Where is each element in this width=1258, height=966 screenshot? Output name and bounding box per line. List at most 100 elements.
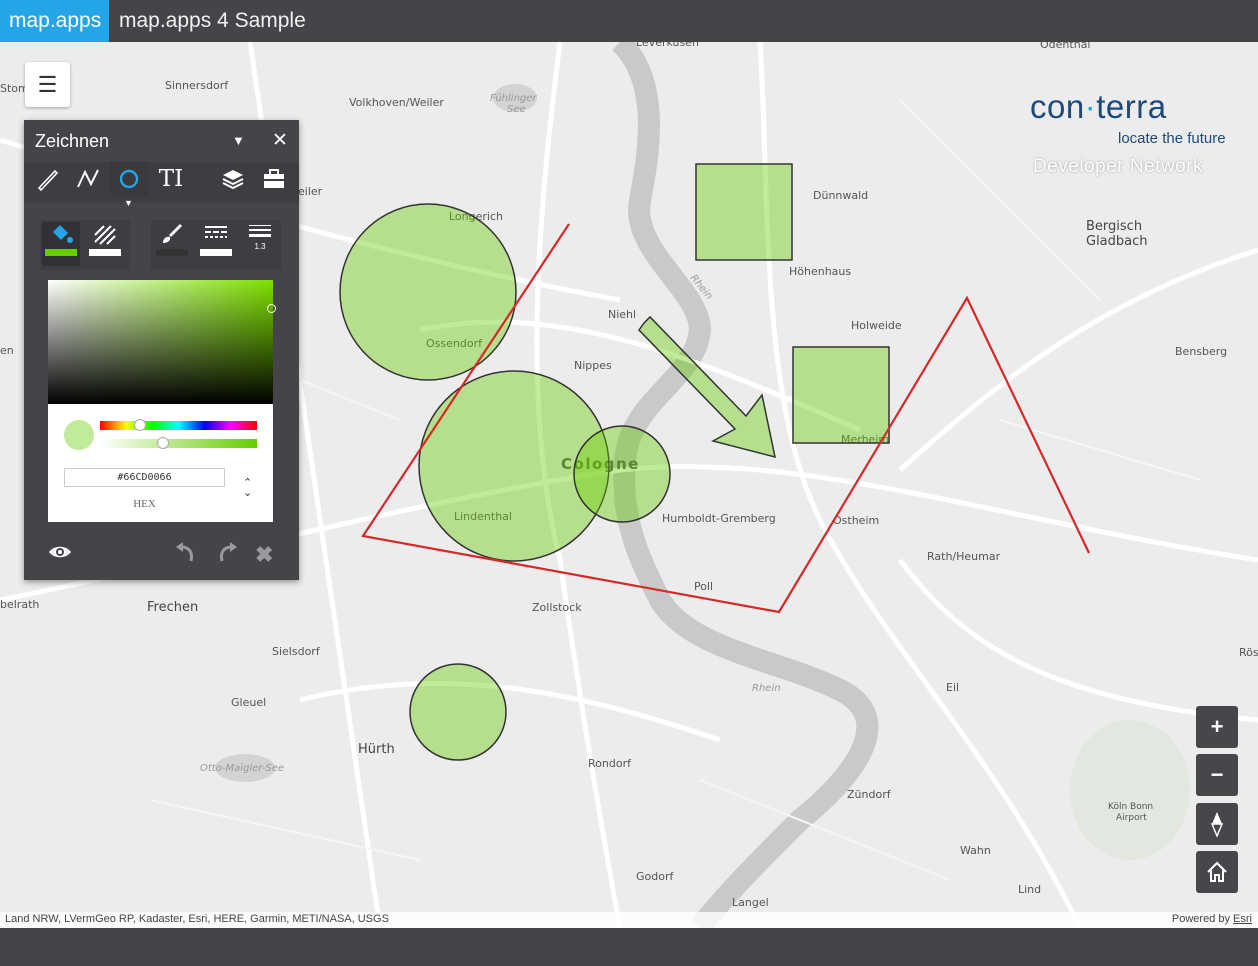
delete-icon: ✖ [255, 542, 274, 567]
attribution-bar: Land NRW, LVermGeo RP, Kadaster, Esri, H… [0, 912, 1258, 928]
menu-button[interactable]: ☰ [25, 62, 70, 107]
circle-tool[interactable] [110, 162, 148, 196]
svg-text:Höhenhaus: Höhenhaus [789, 265, 851, 278]
pencil-tool[interactable] [29, 162, 67, 196]
svg-text:Gleuel: Gleuel [231, 696, 266, 709]
alpha-handle[interactable] [157, 437, 169, 449]
svg-text:en: en [0, 344, 14, 357]
layers-icon [222, 170, 244, 190]
collapse-caret-icon[interactable]: ▼ [232, 133, 245, 148]
redo-button[interactable] [216, 542, 238, 570]
saturation-value-area[interactable] [48, 280, 273, 404]
panel-title: Zeichnen [35, 131, 110, 151]
line-style-icon [205, 226, 227, 238]
panel-header: Zeichnen ▼ ✕ [24, 120, 299, 162]
close-icon[interactable]: ✕ [272, 129, 288, 152]
home-button[interactable] [1196, 851, 1238, 893]
conterra-logo: con·terra locate the future Developer Ne… [1030, 88, 1226, 177]
svg-text:Lind: Lind [1018, 883, 1041, 896]
zoom-in-button[interactable]: + [1196, 706, 1238, 748]
svg-text:Zollstock: Zollstock [532, 601, 582, 614]
pencil-icon [37, 169, 59, 192]
hatch-button[interactable] [86, 222, 124, 266]
hatch-icon [94, 225, 116, 245]
plus-icon: + [1210, 714, 1224, 739]
draw-toolbar: ▼ TI [24, 162, 299, 208]
svg-text:Hürth: Hürth [358, 742, 395, 757]
svg-text:Airport: Airport [1116, 813, 1147, 823]
line-style-button[interactable] [197, 222, 235, 266]
circle-icon [119, 169, 139, 189]
undo-button[interactable] [175, 542, 197, 570]
toolbox-icon [264, 169, 284, 188]
svg-text:Dünnwald: Dünnwald [813, 189, 868, 202]
fill-icon [53, 225, 73, 243]
app-title: map.apps 4 Sample [119, 9, 306, 32]
esri-link[interactable]: Esri [1233, 913, 1252, 925]
svg-text:Ostheim: Ostheim [833, 514, 879, 527]
logo-tagline: locate the future [1118, 130, 1226, 147]
svg-text:Volkhoven/Weiler: Volkhoven/Weiler [349, 96, 444, 109]
polyline-icon [77, 169, 99, 188]
minus-icon: − [1210, 762, 1224, 787]
logo-network: Developer Network [1033, 156, 1204, 177]
svg-text:Langel: Langel [732, 896, 769, 909]
svg-text:Otto-Maigler-See: Otto-Maigler-See [200, 763, 284, 774]
logo-name-right: terra [1096, 88, 1167, 125]
panel-footer: ✖ [24, 540, 299, 578]
attribution-sources: Land NRW, LVermGeo RP, Kadaster, Esri, H… [5, 913, 389, 925]
svg-text:Rös: Rös [1239, 646, 1258, 659]
svg-text:Frechen: Frechen [147, 600, 198, 615]
svg-text:belrath: belrath [0, 598, 39, 611]
fill-button[interactable] [42, 222, 80, 266]
alpha-slider[interactable] [100, 439, 257, 448]
text-icon: TI [158, 166, 184, 192]
active-tool-pointer-icon: ▼ [124, 198, 133, 208]
sv-handle[interactable] [267, 304, 276, 313]
layers-tool[interactable] [214, 162, 252, 196]
compass-button[interactable] [1196, 803, 1238, 845]
zoom-out-button[interactable]: − [1196, 754, 1238, 796]
brand-label[interactable]: map.apps [0, 0, 109, 42]
line-style-group: 1.3 [151, 220, 281, 270]
svg-text:Köln Bonn: Köln Bonn [1108, 802, 1153, 812]
powered-by-label: Powered by [1171, 913, 1230, 925]
color-picker: #66CD0066 HEX ⌃ ⌄ [48, 280, 276, 522]
svg-text:Nippes: Nippes [574, 359, 612, 372]
svg-text:Eil: Eil [946, 681, 959, 694]
svg-text:Bergisch: Bergisch [1086, 219, 1142, 234]
redo-icon [220, 542, 237, 562]
svg-text:Rondorf: Rondorf [588, 757, 632, 770]
hue-handle[interactable] [134, 419, 146, 431]
svg-text:Zündorf: Zündorf [847, 788, 892, 801]
drawing-panel: Zeichnen ▼ ✕ ▼ TI 1.3 #66CD0066 HEX ⌃ ⌄ … [24, 120, 299, 580]
drawn-graphics [339, 163, 1090, 761]
polyline-tool[interactable] [69, 162, 107, 196]
fill-style-group [40, 220, 130, 270]
svg-text:Gladbach: Gladbach [1086, 234, 1148, 249]
svg-text:Niehl: Niehl [608, 308, 636, 321]
hex-input[interactable]: #66CD0066 [64, 468, 225, 487]
undo-icon [176, 542, 193, 562]
svg-text:Leverkusen: Leverkusen [636, 42, 699, 49]
svg-text:Holweide: Holweide [851, 319, 902, 332]
delete-button[interactable]: ✖ [255, 542, 273, 568]
svg-text:Sielsdorf: Sielsdorf [272, 645, 321, 658]
brush-button[interactable] [153, 222, 191, 266]
svg-text:Humboldt-Gremberg: Humboldt-Gremberg [662, 512, 776, 525]
svg-text:See: See [507, 104, 526, 115]
hue-slider[interactable] [100, 421, 257, 430]
color-preview [64, 420, 94, 450]
line-width-value: 1.3 [254, 242, 266, 251]
mode-toggle-icon[interactable]: ⌃ ⌄ [243, 478, 252, 499]
toolbox-tool[interactable] [255, 162, 293, 196]
line-width-button[interactable]: 1.3 [241, 222, 279, 266]
home-icon [1207, 861, 1227, 882]
visibility-button[interactable] [48, 542, 72, 568]
line-width-icon [249, 225, 271, 237]
text-tool[interactable]: TI [152, 162, 190, 196]
svg-text:eiler: eiler [298, 185, 323, 198]
brush-icon [163, 223, 183, 243]
svg-text:Odenthal: Odenthal [1040, 42, 1090, 51]
svg-text:Rhein: Rhein [752, 683, 781, 694]
